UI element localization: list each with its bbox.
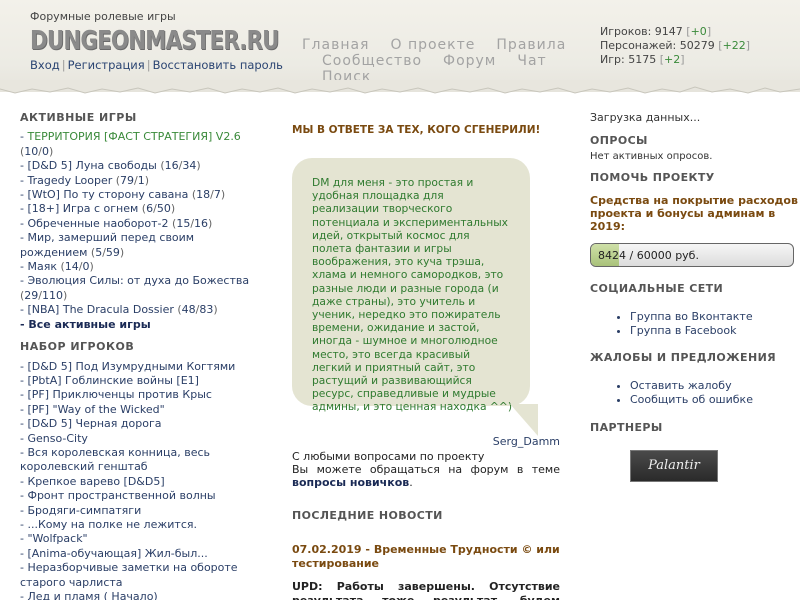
nav-rules[interactable]: Правила (496, 37, 566, 53)
partners-title: ПАРТНЕРЫ (590, 421, 663, 434)
active-game-item[interactable]: - [NBA] The Dracula Dossier (48/83) (20, 303, 250, 317)
recruit-game-item[interactable]: - [D&D 5] Под Изумрудными Когтями (20, 360, 250, 374)
game-counts: (48/83) (173, 303, 218, 317)
recruit-game-item[interactable]: - Бродяги-симпатяги (20, 504, 250, 518)
game-counts: (14/0) (56, 260, 94, 274)
recruit-game-item[interactable]: - Лед и пламя ( Начало) (20, 590, 250, 600)
game-counts: (29/110) (20, 288, 68, 302)
nav-community[interactable]: Сообщество (322, 53, 422, 69)
recruit-game-item[interactable]: - [PbtA] Гоблинские войны [E1] (20, 374, 250, 388)
stat-games: Игр: 5175 [+2] (600, 53, 685, 66)
main-content: МЫ В ОТВЕТЕ ЗА ТЕХ, КОГО СГЕНЕРИЛИ! DM д… (292, 124, 560, 600)
recruit-game-item[interactable]: - Неразборчивые заметки на обороте старо… (20, 561, 250, 590)
palantir-logo: Palantir (630, 450, 718, 482)
stat-players: Игроков: 9147 [+0] (600, 25, 712, 38)
recruit-game-item[interactable]: - [PF] Приключенцы против Крыс (20, 388, 250, 402)
recruit-game-item[interactable]: - [PF] "Way of the Wicked" (20, 403, 250, 417)
quote-bubble: DM для меня - это простая и удобная площ… (292, 158, 538, 436)
news-item-body: UPD: Работы завершены. Отсутствие резуль… (292, 580, 560, 600)
main-nav: Главная О проекте Правила Сообщество Форум Ч… (302, 37, 592, 85)
auth-links: Вход | Регистрация | Восстановить пароль (30, 58, 283, 72)
stat-characters: Персонажей: 50279 [+22] (600, 39, 751, 52)
torn-paper-edge (0, 80, 800, 94)
recruit-game-item[interactable]: - "Wolfpack" (20, 532, 250, 546)
active-game-item[interactable]: - [18+] Игра с огнем (6/50) (20, 202, 250, 216)
social-title: СОЦИАЛЬНЫЕ СЕТИ (590, 282, 724, 295)
complaint-link[interactable]: Сообщить об ошибке (630, 393, 800, 407)
loading-text: Загрузка данных... (590, 111, 701, 124)
active-game-item[interactable]: - Tragedy Looper (79/1) (20, 174, 250, 188)
quote-text: DM для меня - это простая и удобная площ… (312, 176, 513, 414)
fund-progress-bar: 8424 / 60000 руб. (590, 243, 794, 267)
social-links: Группа во ВконтактеГруппа в Facebook (630, 310, 800, 337)
complaints-title: ЖАЛОБЫ И ПРЕДЛОЖЕНИЯ (590, 351, 777, 364)
site-stats: Игроков: 9147 [+0] Персонажей: 50279 [+2… (600, 25, 750, 67)
fund-progress-text: 8424 / 60000 руб. (598, 249, 699, 262)
recruit-games-list: - [D&D 5] Под Изумрудными Когтями - [PbtA… (20, 360, 250, 600)
right-sidebar: Загрузка данных... ОПРОСЫ Нет активных о… (590, 111, 800, 482)
recruit-game-item[interactable]: - Genso-City (20, 432, 250, 446)
help-project-title: ПОМОЧЬ ПРОЕКТУ (590, 171, 715, 184)
active-game-item[interactable]: - Эволюция Силы: от духа до Божества (29… (20, 274, 250, 303)
recruit-game-item[interactable]: - Фронт пространственной волны (20, 489, 250, 503)
active-game-item[interactable]: - Мир, замерший перед своим рождением (5… (20, 231, 250, 260)
game-counts: (79/1) (112, 173, 150, 187)
game-counts: (5/59) (87, 245, 125, 259)
site-logo[interactable]: DUNGEONMASTER.RU (30, 26, 279, 56)
questions-note: С любыми вопросами по проекту Вы можете … (292, 450, 560, 489)
active-game-item[interactable]: - Маяк (14/0) (20, 260, 250, 274)
left-sidebar: АКТИВНЫЕ ИГРЫ - ТЕРРИТОРИЯ [ФАСТ СТРАТЕГ… (20, 111, 250, 600)
game-counts: (10/0) (20, 144, 54, 158)
polls-title: ОПРОСЫ (590, 134, 648, 147)
register-link[interactable]: Регистрация (68, 58, 145, 72)
active-games-title: АКТИВНЫЕ ИГРЫ (20, 111, 137, 124)
game-counts: (18/7) (188, 188, 226, 202)
active-game-item[interactable]: - [WtO] По ту сторону савана (18/7) (20, 188, 250, 202)
site-slogan: МЫ В ОТВЕТЕ ЗА ТЕХ, КОГО СГЕНЕРИЛИ! (292, 124, 541, 136)
restore-password-link[interactable]: Восстановить пароль (153, 58, 283, 72)
recruit-game-item[interactable]: - Вся королевская конница, весь королевс… (20, 446, 250, 475)
recruit-game-item[interactable]: - [D&D 5] Черная дорога (20, 417, 250, 431)
news-title: ПОСЛЕДНИЕ НОВОСТИ (292, 509, 443, 522)
partner-banner[interactable]: Palantir (630, 450, 800, 482)
game-counts: (16/34) (156, 159, 201, 173)
recruit-game-item[interactable]: - Крепкое варево [D&D5] (20, 475, 250, 489)
login-link[interactable]: Вход (30, 58, 60, 72)
quote-bubble-tail (510, 404, 538, 436)
active-games-list: - ТЕРРИТОРИЯ [ФАСТ СТРАТЕГИЯ] V2.6 (10/0… (20, 130, 250, 317)
game-counts: (15/16) (168, 216, 213, 230)
fund-description: Средства на покрытие расходов проекта и … (590, 194, 798, 233)
quote-author[interactable]: Serg_Damm (292, 435, 560, 448)
nav-chat[interactable]: Чат (517, 53, 546, 69)
site-tagline: Форумные ролевые игры (30, 10, 176, 23)
recruit-game-item[interactable]: - ...Кому на полке не лежится. (20, 518, 250, 532)
polls-empty: Нет активных опросов. (590, 151, 713, 162)
complaint-links: Оставить жалобуСообщить об ошибке (630, 379, 800, 406)
nav-forum[interactable]: Форум (443, 53, 496, 69)
newbie-questions-link[interactable]: вопросы новичков (292, 476, 409, 489)
all-active-games-link[interactable]: - Все активные игры (20, 318, 250, 332)
game-counts: (6/50) (138, 202, 176, 216)
nav-main[interactable]: Главная (302, 37, 369, 53)
active-game-item[interactable]: - ТЕРРИТОРИЯ [ФАСТ СТРАТЕГИЯ] V2.6 (10/0… (20, 130, 250, 159)
recruit-game-item[interactable]: - [Anima-обучающая] Жил-был... (20, 547, 250, 561)
site-header: Форумные ролевые игры DUNGEONMASTER.RU В… (0, 0, 800, 92)
news-item-title[interactable]: 07.02.2019 - Временные Трудности © или т… (292, 543, 560, 571)
complaint-link[interactable]: Оставить жалобу (630, 379, 800, 393)
recruit-title: НАБОР ИГРОКОВ (20, 340, 135, 354)
active-game-item[interactable]: - [D&D 5] Луна свободы (16/34) (20, 159, 250, 173)
social-link[interactable]: Группа в Facebook (630, 324, 800, 338)
active-game-item[interactable]: - Обреченные наоборот-2 (15/16) (20, 217, 250, 231)
social-link[interactable]: Группа во Вконтакте (630, 310, 800, 324)
nav-about[interactable]: О проекте (390, 37, 475, 53)
